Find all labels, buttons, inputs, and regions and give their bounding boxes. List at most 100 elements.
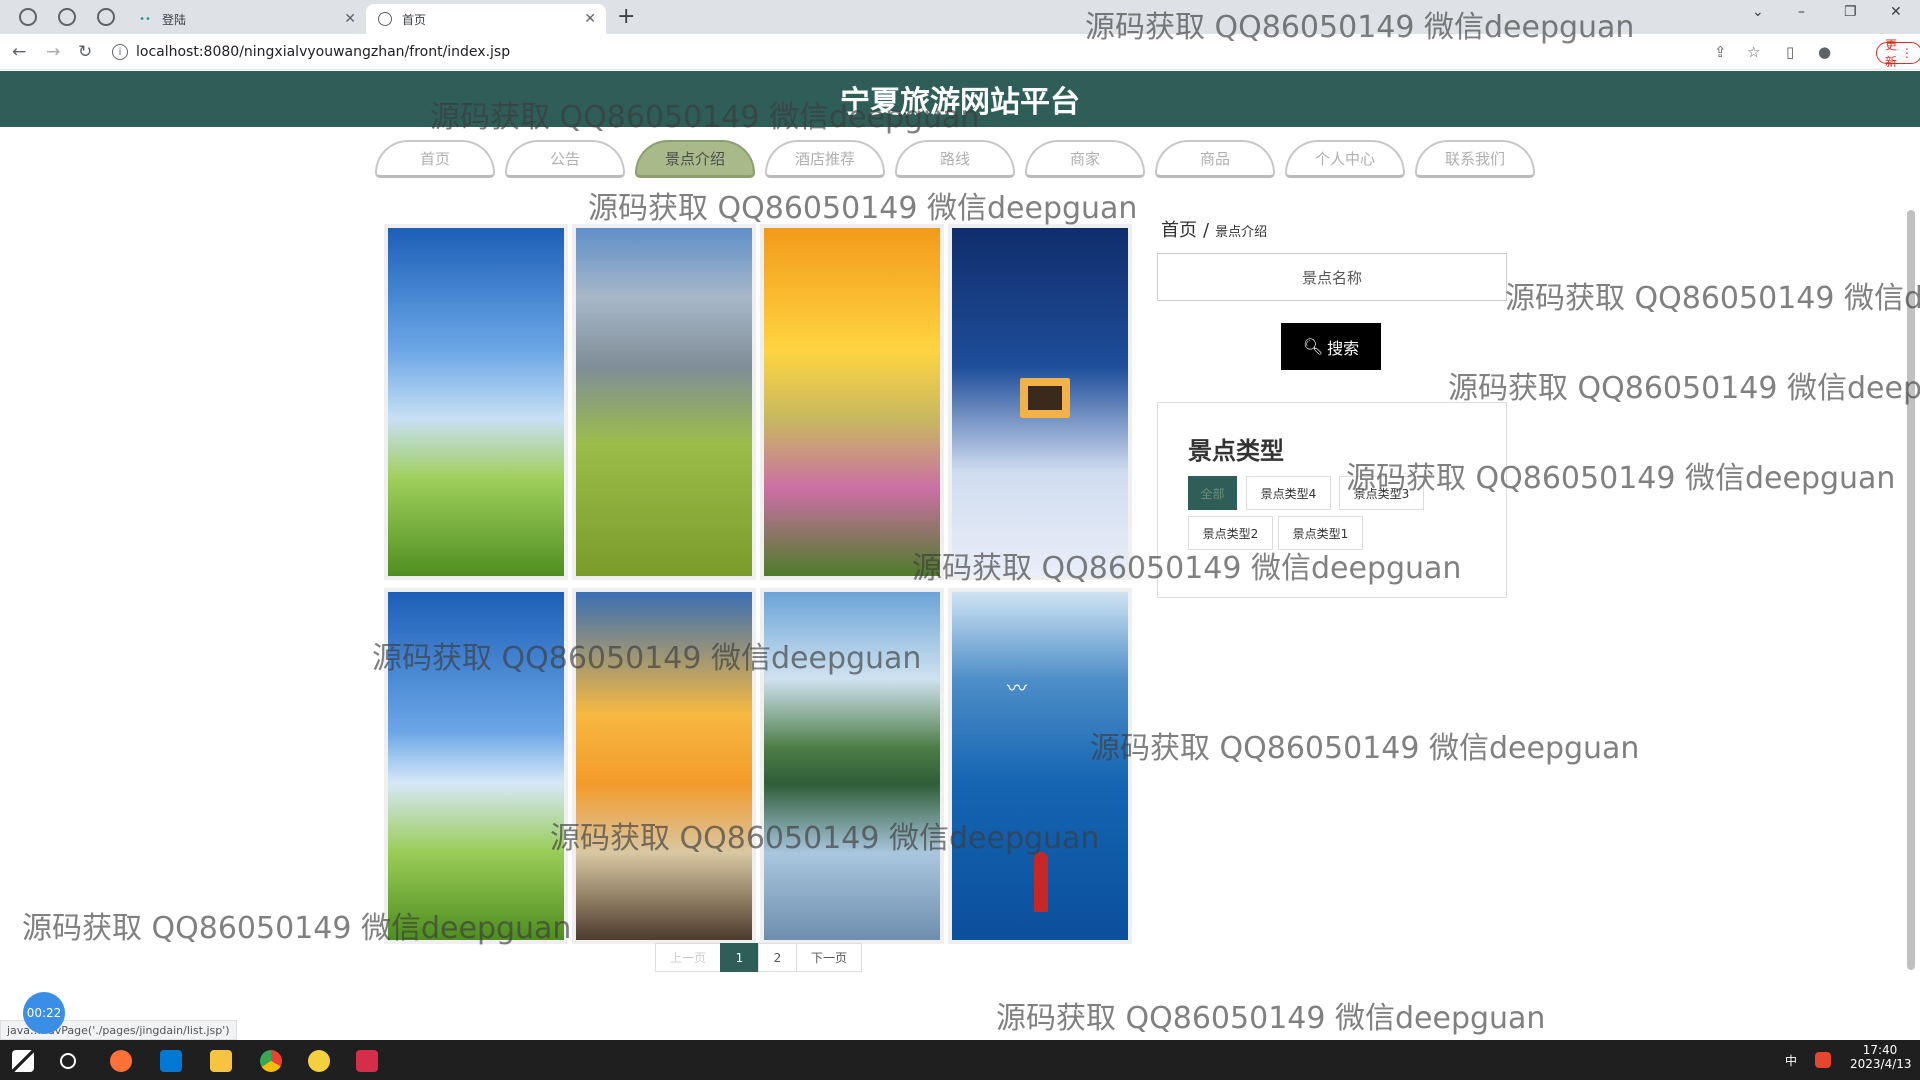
app-duck-icon[interactable] bbox=[308, 1050, 330, 1072]
clock-time: 17:40 bbox=[1862, 1043, 1898, 1057]
next-page-button[interactable]: 下一页 bbox=[796, 943, 862, 972]
watermark-text: 源码获取 QQ86050149 微信deepguan bbox=[1505, 281, 1920, 316]
attraction-card[interactable] bbox=[384, 224, 568, 580]
nav-item-profile[interactable]: 个人中心 bbox=[1285, 140, 1405, 178]
pinned-tab-icon[interactable] bbox=[97, 8, 115, 26]
type-chip[interactable]: 景点类型1 bbox=[1278, 516, 1363, 550]
watermark-text: 源码获取 QQ86050149 微信deepguan bbox=[1448, 371, 1920, 406]
breadcrumb-current: 景点介绍 bbox=[1215, 225, 1268, 240]
forward-icon[interactable]: → bbox=[46, 42, 60, 62]
tray-app-icon[interactable] bbox=[1815, 1052, 1831, 1068]
attraction-type-panel: 景点类型 全部 景点类型4 景点类型3 景点类型2 景点类型1 bbox=[1157, 402, 1507, 598]
site-title: 宁夏旅游网站平台 bbox=[840, 85, 1080, 120]
globe-icon bbox=[378, 12, 392, 26]
restore-icon[interactable]: ❐ bbox=[1844, 4, 1857, 20]
site-info-icon[interactable]: i bbox=[112, 44, 128, 60]
breadcrumb-home[interactable]: 首页 bbox=[1161, 216, 1197, 242]
nav-item-contact[interactable]: 联系我们 bbox=[1415, 140, 1535, 178]
clock-date: 2023/4/13 bbox=[1850, 1057, 1912, 1071]
nav-item-routes[interactable]: 路线 bbox=[895, 140, 1015, 178]
close-tab-icon[interactable]: ✕ bbox=[344, 11, 356, 27]
windows-start-icon[interactable] bbox=[12, 1050, 34, 1072]
tab-title: 登陆 bbox=[162, 12, 187, 27]
nav-item-merchants[interactable]: 商家 bbox=[1025, 140, 1145, 178]
attraction-card[interactable] bbox=[384, 588, 568, 944]
image-logo-mark: 〰 bbox=[1007, 676, 1027, 700]
nav-item-notice[interactable]: 公告 bbox=[505, 140, 625, 178]
address-bar-row: ← → ↻ i localhost:8080/ningxialvyouwangz… bbox=[0, 34, 1920, 70]
type-chip[interactable]: 景点类型4 bbox=[1246, 476, 1331, 510]
page-button[interactable]: 1 bbox=[720, 943, 759, 972]
attraction-card[interactable] bbox=[948, 224, 1132, 580]
type-chip[interactable]: 景点类型3 bbox=[1339, 476, 1424, 510]
nav-item-home[interactable]: 首页 bbox=[375, 140, 495, 178]
watermark-text: 源码获取 QQ86050149 微信deepguan bbox=[996, 1001, 1546, 1036]
tab-login[interactable]: •• 登陆 ✕ bbox=[126, 4, 366, 34]
recording-timer[interactable]: 00:22 bbox=[23, 992, 65, 1034]
attraction-card[interactable] bbox=[760, 588, 944, 944]
watermark-text: 源码获取 QQ86050149 微信deepguan bbox=[1090, 731, 1640, 766]
attraction-card[interactable] bbox=[572, 588, 756, 944]
bookmark-star-icon[interactable]: ☆ bbox=[1747, 43, 1760, 61]
search-placeholder: 景点名称 bbox=[1301, 268, 1362, 287]
pinned-tab-icon[interactable] bbox=[19, 8, 37, 26]
browser-tab-bar: •• 登陆 ✕ 首页 ✕ + ⌄ – ❐ ✕ bbox=[0, 0, 1920, 34]
url-field[interactable]: i localhost:8080/ningxialvyouwangzhan/fr… bbox=[112, 39, 1712, 65]
update-button[interactable]: 更新 ⋮ bbox=[1876, 38, 1920, 69]
page-button[interactable]: 2 bbox=[758, 943, 797, 972]
search-input[interactable]: 景点名称 bbox=[1157, 253, 1507, 301]
nav-item-hotels[interactable]: 酒店推荐 bbox=[765, 140, 885, 178]
attraction-image[interactable]: 〰 bbox=[952, 592, 1128, 940]
minimize-icon[interactable]: – bbox=[1798, 4, 1805, 20]
update-label: 更新 bbox=[1885, 38, 1898, 69]
attraction-image[interactable] bbox=[388, 592, 564, 940]
reload-icon[interactable]: ↻ bbox=[78, 42, 92, 62]
attraction-image[interactable] bbox=[764, 228, 940, 576]
attraction-image[interactable] bbox=[576, 592, 752, 940]
nav-item-products[interactable]: 商品 bbox=[1155, 140, 1275, 178]
tab-favicon-icon: •• bbox=[139, 13, 151, 25]
attraction-card[interactable]: 〰 bbox=[948, 588, 1132, 944]
close-window-icon[interactable]: ✕ bbox=[1890, 4, 1902, 20]
share-icon[interactable]: ⇪ bbox=[1714, 43, 1727, 61]
snow-house-shape bbox=[1020, 378, 1070, 418]
person-figure-shape bbox=[1034, 852, 1048, 912]
side-panel-icon[interactable]: ▯ bbox=[1786, 43, 1794, 61]
search-button-label: 搜索 bbox=[1327, 338, 1360, 358]
attraction-image[interactable] bbox=[764, 592, 940, 940]
new-tab-icon[interactable]: + bbox=[617, 4, 635, 29]
search-icon: 🔍︎ bbox=[1302, 337, 1324, 356]
breadcrumb: 首页 / 景点介绍 bbox=[1161, 216, 1267, 242]
attraction-image[interactable] bbox=[576, 228, 752, 576]
attraction-image[interactable] bbox=[388, 228, 564, 576]
nav-item-attractions[interactable]: 景点介绍 bbox=[635, 140, 755, 178]
close-tab-icon[interactable]: ✕ bbox=[584, 11, 596, 27]
clock[interactable]: 17:40 2023/4/13 bbox=[1850, 1043, 1912, 1071]
prev-page-button[interactable]: 上一页 bbox=[655, 943, 721, 972]
ime-indicator[interactable]: 中 bbox=[1785, 1052, 1797, 1069]
search-icon[interactable] bbox=[60, 1053, 76, 1069]
back-icon[interactable]: ← bbox=[12, 42, 26, 62]
windows-taskbar: 中 17:40 2023/4/13 bbox=[0, 1040, 1920, 1080]
scrollbar-thumb[interactable] bbox=[1907, 210, 1915, 970]
page-scrollbar[interactable] bbox=[1905, 190, 1917, 1010]
type-chip-all[interactable]: 全部 bbox=[1188, 476, 1237, 510]
attraction-card[interactable] bbox=[572, 224, 756, 580]
file-explorer-icon[interactable] bbox=[210, 1050, 232, 1072]
tab-home[interactable]: 首页 ✕ bbox=[366, 4, 606, 34]
attraction-image[interactable] bbox=[952, 228, 1128, 576]
attraction-grid: 〰 bbox=[384, 224, 1132, 944]
search-button[interactable]: 🔍︎ 搜索 bbox=[1281, 323, 1381, 370]
type-chip[interactable]: 景点类型2 bbox=[1188, 516, 1273, 550]
site-header: 宁夏旅游网站平台 bbox=[0, 71, 1920, 127]
intellij-icon[interactable] bbox=[356, 1050, 378, 1072]
panel-title: 景点类型 bbox=[1188, 437, 1284, 465]
vscode-icon[interactable] bbox=[160, 1050, 182, 1072]
tab-search-icon[interactable]: ⌄ bbox=[1752, 4, 1764, 20]
attraction-card[interactable] bbox=[760, 224, 944, 580]
url-text: localhost:8080/ningxialvyouwangzhan/fron… bbox=[136, 44, 511, 60]
chrome-icon[interactable] bbox=[260, 1050, 282, 1072]
profile-avatar-icon[interactable]: ● bbox=[1818, 43, 1831, 61]
pinned-tab-icon[interactable] bbox=[58, 8, 76, 26]
firefox-icon[interactable] bbox=[110, 1050, 132, 1072]
